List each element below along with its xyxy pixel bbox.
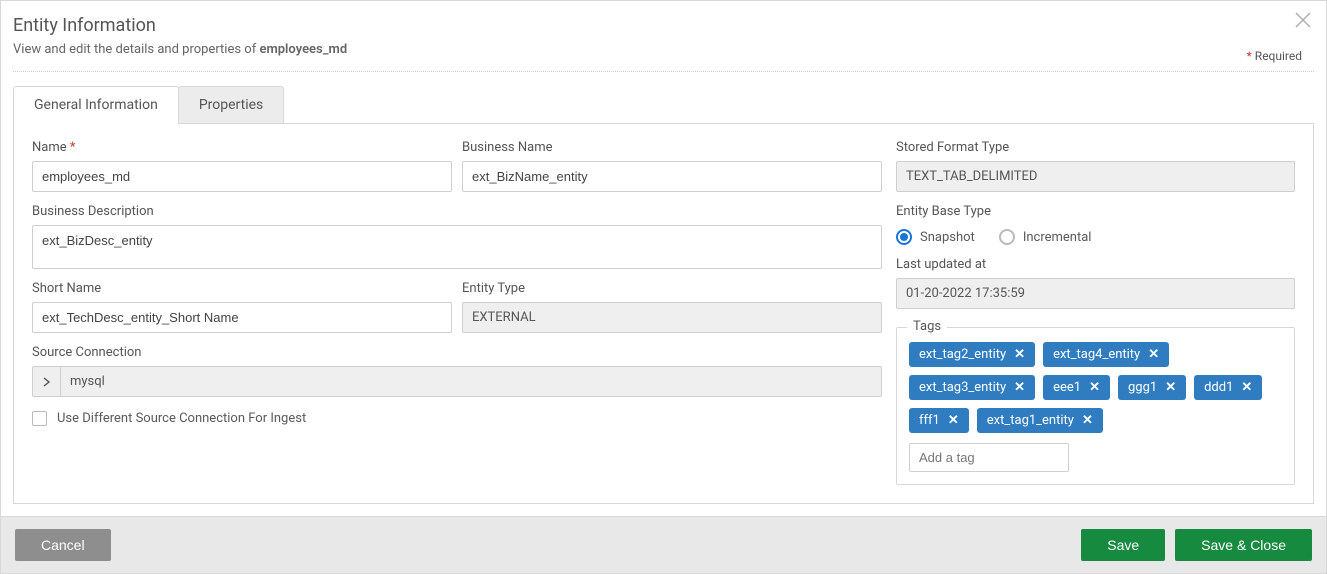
stored-format-type-label: Stored Format Type [896,140,1295,155]
entity-base-type-label: Entity Base Type [896,204,1295,219]
save-button[interactable]: Save [1081,529,1165,561]
tag-chip: ext_tag2_entity ✕ [909,342,1035,367]
dialog-title: Entity Information [13,15,1310,36]
tag-chip: ext_tag4_entity ✕ [1043,342,1169,367]
cancel-button[interactable]: Cancel [15,529,111,561]
source-connection-label: Source Connection [32,345,882,360]
entity-type-label: Entity Type [462,281,882,296]
save-and-close-button[interactable]: Save & Close [1175,529,1312,561]
tag-label: fff1 [919,413,940,428]
tab-general-information[interactable]: General Information [13,86,179,123]
business-name-input[interactable] [462,161,882,192]
entity-type-value: EXTERNAL [462,302,882,333]
source-connection-field: mysql [32,366,882,397]
tag-label: ggg1 [1128,380,1157,395]
radio-icon [896,229,912,245]
stored-format-type-value: TEXT_TAB_DELIMITED [896,161,1295,192]
tab-properties[interactable]: Properties [178,86,284,123]
tags-legend: Tags [907,319,947,334]
tags-fieldset: Tags ext_tag2_entity✕ext_tag4_entity✕ext… [896,327,1295,485]
use-different-source-checkbox-row[interactable]: Use Different Source Connection For Inge… [32,411,882,426]
checkbox-icon[interactable] [32,411,47,426]
business-description-label: Business Description [32,204,882,219]
short-name-input[interactable] [32,302,452,333]
last-updated-value: 01-20-2022 17:35:59 [896,278,1295,309]
dialog-footer: Cancel Save Save & Close [1,516,1326,573]
entity-information-dialog: Entity Information View and edit the det… [0,0,1327,574]
tag-remove-icon[interactable]: ✕ [948,413,959,428]
header-divider [13,71,1314,72]
source-connection-expand-button[interactable] [32,366,60,397]
radio-incremental[interactable]: Incremental [999,229,1092,245]
radio-icon [999,229,1015,245]
dialog-subtitle: View and edit the details and properties… [13,42,1310,57]
tag-remove-icon[interactable]: ✕ [1014,347,1025,362]
tag-label: eee1 [1053,380,1081,395]
tag-label: ddd1 [1204,380,1233,395]
content-area: General Information Properties Name * Bu… [1,86,1326,516]
tag-remove-icon[interactable]: ✕ [1082,413,1093,428]
required-indicator: * Required [1247,49,1302,63]
chevron-right-icon [43,377,51,387]
name-input[interactable] [32,161,452,192]
tag-label: ext_tag1_entity [987,413,1074,428]
right-column: Stored Format Type TEXT_TAB_DELIMITED En… [896,140,1295,485]
tag-remove-icon[interactable]: ✕ [1014,380,1025,395]
short-name-label: Short Name [32,281,452,296]
tag-remove-icon[interactable]: ✕ [1089,380,1100,395]
dialog-header: Entity Information View and edit the det… [1,1,1326,67]
use-different-source-label: Use Different Source Connection For Inge… [57,411,306,426]
tag-chip: ddd1 ✕ [1194,375,1262,400]
add-tag-input[interactable] [909,443,1069,472]
tag-chip: ext_tag1_entity ✕ [977,408,1103,433]
tag-remove-icon[interactable]: ✕ [1148,347,1159,362]
tag-chip: eee1 ✕ [1043,375,1110,400]
tag-chip: ext_tag3_entity ✕ [909,375,1035,400]
general-info-panel: Name * Business Name Business Descriptio… [13,123,1314,504]
business-description-input[interactable] [32,225,882,269]
left-middle-columns: Name * Business Name Business Descriptio… [32,140,882,485]
tag-remove-icon[interactable]: ✕ [1241,380,1252,395]
tabs: General Information Properties [13,86,1314,123]
tag-chip: fff1 ✕ [909,408,969,433]
name-label: Name * [32,140,452,155]
last-updated-label: Last updated at [896,257,1295,272]
source-connection-value: mysql [60,366,882,397]
close-icon[interactable] [1294,11,1312,34]
business-name-label: Business Name [462,140,882,155]
tag-remove-icon[interactable]: ✕ [1165,380,1176,395]
tag-label: ext_tag3_entity [919,380,1006,395]
radio-snapshot[interactable]: Snapshot [896,229,975,245]
tag-label: ext_tag2_entity [919,347,1006,362]
tag-chip: ggg1 ✕ [1118,375,1186,400]
tag-label: ext_tag4_entity [1053,347,1140,362]
tag-list: ext_tag2_entity✕ext_tag4_entity✕ext_tag3… [909,342,1282,433]
